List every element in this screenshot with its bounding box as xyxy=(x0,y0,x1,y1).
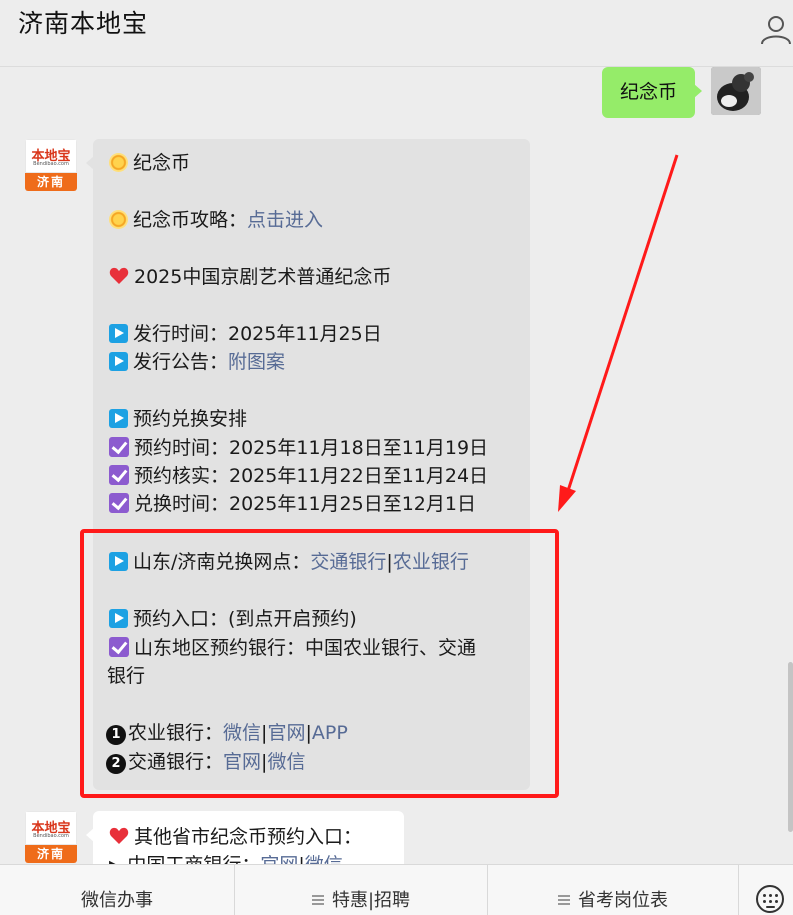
check-icon xyxy=(109,437,129,457)
sun-icon xyxy=(109,210,128,229)
msg-line: 2025中国京剧艺术普通纪念币 xyxy=(109,263,391,291)
icbc-website-link[interactable]: 官网 xyxy=(260,854,298,864)
avatar-image-icon xyxy=(711,67,761,115)
bottom-menu: 微信办事 特惠|招聘 省考岗位表 xyxy=(0,864,793,915)
triangle-bullet-icon: ▶ xyxy=(109,856,121,864)
person-icon[interactable] xyxy=(759,12,793,46)
avatar-city: 济南 xyxy=(25,173,77,191)
msg-line: 预约核实：2025年11月22日至11月24日 xyxy=(109,462,488,490)
play-icon xyxy=(109,352,128,371)
check-icon xyxy=(109,465,129,485)
play-icon xyxy=(109,324,128,343)
list-icon xyxy=(311,895,324,905)
incoming-message[interactable]: 其他省市纪念币预约入口： ▶中国工商银行：官网|微信 xyxy=(86,811,404,864)
chat-header: 济南本地宝 xyxy=(0,0,793,67)
menu-exam-positions[interactable]: 省考岗位表 xyxy=(488,865,738,915)
avatar-logo-sub: Bendibao.com xyxy=(33,833,69,839)
sun-icon xyxy=(109,153,128,172)
heart-icon xyxy=(109,827,129,844)
outgoing-message[interactable]: 纪念币 xyxy=(602,67,702,118)
icbc-wechat-link[interactable]: 微信 xyxy=(305,854,343,864)
scrollbar-thumb[interactable] xyxy=(788,662,793,832)
annotation-highlight-box xyxy=(80,529,559,798)
msg-line: 纪念币攻略：点击进入 xyxy=(109,206,323,234)
avatar-city: 济南 xyxy=(25,845,77,863)
msg-line: 预约兑换安排 xyxy=(109,405,247,433)
menu-wechat-service[interactable]: 微信办事 xyxy=(0,865,234,915)
chat-title: 济南本地宝 xyxy=(18,9,149,38)
pattern-link[interactable]: 附图案 xyxy=(228,351,285,373)
msg-line: 预约时间：2025年11月18日至11月19日 xyxy=(109,434,488,462)
heart-icon xyxy=(109,267,129,284)
msg-line: 纪念币 xyxy=(109,149,190,177)
play-icon xyxy=(109,409,128,428)
keyboard-icon[interactable] xyxy=(756,885,784,913)
avatar-logo-sub: Bendibao.com xyxy=(33,161,69,167)
check-icon xyxy=(109,493,129,513)
msg-line: 其他省市纪念币预约入口： xyxy=(109,823,362,851)
strategy-link[interactable]: 点击进入 xyxy=(247,209,323,231)
list-icon xyxy=(558,895,570,905)
msg-line: ▶中国工商银行：官网|微信 xyxy=(109,851,343,864)
msg-line: 兑换时间：2025年11月25日至12月1日 xyxy=(109,490,476,518)
my-avatar[interactable] xyxy=(711,67,761,115)
msg-line: 发行时间：2025年11月25日 xyxy=(109,320,382,348)
bot-avatar[interactable]: 本地宝 Bendibao.com 济南 xyxy=(25,811,77,863)
msg-line: 发行公告：附图案 xyxy=(109,348,285,376)
chat-area[interactable]: 纪念币 本地宝 Bendibao.com 济南 纪念币 纪念币攻略：点击进入 2… xyxy=(0,67,793,864)
menu-deals-jobs[interactable]: 特惠|招聘 xyxy=(235,865,487,915)
bot-avatar[interactable]: 本地宝 Bendibao.com 济南 xyxy=(25,139,77,191)
